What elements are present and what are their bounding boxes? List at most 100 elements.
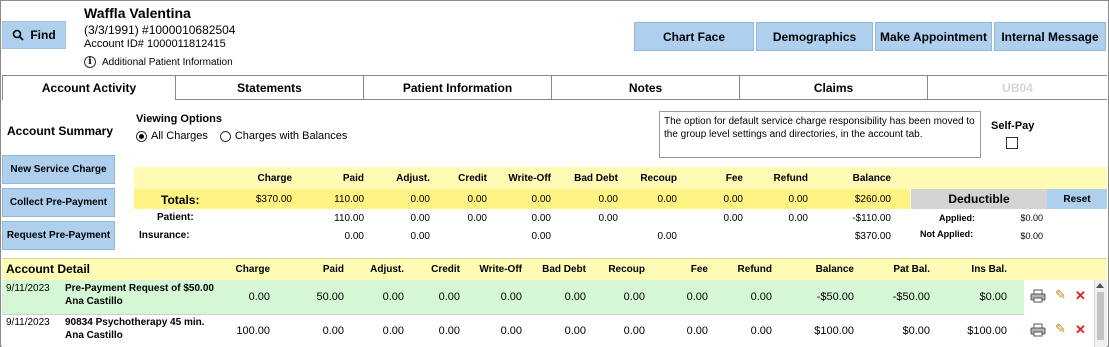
detail-col-header: Balance xyxy=(815,264,854,275)
summary-col-header: Fee xyxy=(725,173,743,184)
printer-icon[interactable] xyxy=(1030,289,1046,303)
row-date: 9/11/2023 xyxy=(6,317,50,328)
applied-label: Applied: xyxy=(939,213,975,223)
responsibility-notice: The option for default service charge re… xyxy=(659,111,981,158)
row-value: 0.00 xyxy=(686,325,708,337)
pencil-icon[interactable]: ✎ xyxy=(1055,287,1066,303)
totals-value: 110.00 xyxy=(334,194,364,205)
summary-col-header: Recoup xyxy=(640,173,677,184)
row-value: $100.00 xyxy=(967,325,1007,337)
row-value: $0.00 xyxy=(979,291,1007,303)
scrollbar-thumb[interactable] xyxy=(1097,292,1104,340)
summary-col-header: Charge xyxy=(257,173,292,184)
tab-ub04: UB04 xyxy=(928,76,1107,100)
row-value: 0.00 xyxy=(564,325,586,337)
account-summary-title: Account Summary xyxy=(7,124,114,138)
find-label: Find xyxy=(30,28,56,42)
summary-col-header: Credit xyxy=(458,173,487,184)
row-value: 0.00 xyxy=(500,291,522,303)
row-value: 0.00 xyxy=(623,325,645,337)
totals-value: 0.00 xyxy=(531,194,551,205)
insurance-label: Insurance: xyxy=(139,230,190,241)
totals-value: 0.00 xyxy=(410,194,430,205)
tab-claims[interactable]: Claims xyxy=(740,76,928,100)
row-value: 0.00 xyxy=(382,291,404,303)
detail-col-header: Fee xyxy=(690,264,708,275)
x-icon[interactable]: ✕ xyxy=(1075,322,1086,338)
radio-charges-with-balances[interactable] xyxy=(219,130,231,142)
tab-bar: Account Activity Statements Patient Info… xyxy=(2,75,1107,100)
row-value: 0.00 xyxy=(686,291,708,303)
summary-col-header: Write-Off xyxy=(508,173,551,184)
viewing-options: All Charges Charges with Balances xyxy=(136,130,347,142)
summary-col-header: Bad Debt xyxy=(574,173,618,184)
detail-col-header: Credit xyxy=(431,264,460,275)
row-value: 100.00 xyxy=(236,325,270,337)
patient-value: 0.00 xyxy=(531,213,551,224)
radio-all-charges[interactable] xyxy=(136,130,147,142)
tab-statements[interactable]: Statements xyxy=(176,76,364,100)
row-value: $100.00 xyxy=(814,325,854,337)
info-icon: i xyxy=(84,56,96,68)
totals-value: 0.00 xyxy=(723,194,743,205)
totals-value: 0.00 xyxy=(467,194,487,205)
radio-all-charges-label: All Charges xyxy=(151,130,208,142)
patient-value: 0.00 xyxy=(598,213,618,224)
row-value: 0.00 xyxy=(438,325,460,337)
internal-message-button[interactable]: Internal Message xyxy=(994,22,1106,51)
summary-col-header: Balance xyxy=(852,173,891,184)
patient-value: 0.00 xyxy=(723,213,743,224)
tab-account-activity[interactable]: Account Activity xyxy=(2,76,176,100)
find-button[interactable]: Find xyxy=(2,21,66,49)
row-value: 0.00 xyxy=(322,325,344,337)
reset-button[interactable]: Reset xyxy=(1047,189,1107,209)
tab-patient-information[interactable]: Patient Information xyxy=(364,76,552,100)
pencil-icon[interactable]: ✎ xyxy=(1055,321,1066,337)
additional-info-label: Additional Patient Information xyxy=(102,56,233,68)
totals-value: 0.00 xyxy=(657,194,677,205)
patient-value: 0.00 xyxy=(410,213,430,224)
detail-col-header: Adjust. xyxy=(370,264,404,275)
row-value: 0.00 xyxy=(750,291,772,303)
detail-col-header: Recoup xyxy=(608,264,645,275)
tab-notes[interactable]: Notes xyxy=(552,76,740,100)
not-applied-label: Not Applied: xyxy=(920,229,974,239)
row-value: -$50.00 xyxy=(816,291,854,303)
not-applied-value: $0.00 xyxy=(1020,231,1043,241)
row-value: 0.00 xyxy=(500,325,522,337)
patient-name: Waffla Valentina xyxy=(84,5,191,21)
x-icon[interactable]: ✕ xyxy=(1075,288,1086,304)
row-value: 50.00 xyxy=(316,291,344,303)
row-date: 9/11/2023 xyxy=(6,283,50,294)
self-pay-label: Self-Pay xyxy=(991,120,1035,132)
patient-value: -$110.00 xyxy=(852,213,891,224)
row-value: 0.00 xyxy=(623,291,645,303)
totals-value: 0.00 xyxy=(788,194,808,205)
detail-col-header: Bad Debt xyxy=(542,264,586,275)
request-pre-payment-button[interactable]: Request Pre-Payment xyxy=(2,221,115,250)
detail-col-header: Refund xyxy=(737,264,772,275)
account-id: Account ID# 1000011812415 xyxy=(84,38,226,50)
additional-info-link[interactable]: i Additional Patient Information xyxy=(84,56,233,68)
patient-value: 110.00 xyxy=(334,213,364,224)
make-appointment-button[interactable]: Make Appointment xyxy=(875,22,992,51)
row-description: 90834 Psychotherapy 45 min. xyxy=(65,317,205,328)
row-provider: Ana Castillo xyxy=(65,330,123,341)
summary-col-header: Refund xyxy=(773,173,808,184)
collect-pre-payment-button[interactable]: Collect Pre-Payment xyxy=(2,188,115,217)
demographics-button[interactable]: Demographics xyxy=(756,22,873,51)
viewing-options-title: Viewing Options xyxy=(136,113,222,125)
scroll-up-arrow-icon[interactable] xyxy=(1096,283,1104,288)
insurance-value: $370.00 xyxy=(854,231,891,242)
row-description: Pre-Payment Request of $50.00 xyxy=(65,283,214,294)
printer-icon[interactable] xyxy=(1030,323,1046,337)
detail-col-header: Write-Off xyxy=(479,264,522,275)
chart-face-button[interactable]: Chart Face xyxy=(634,22,754,51)
account-detail-title: Account Detail xyxy=(6,262,91,276)
magnifier-icon xyxy=(13,29,24,41)
detail-col-header: Pat Bal. xyxy=(893,264,930,275)
new-service-charge-button[interactable]: New Service Charge xyxy=(2,155,115,184)
row-value: $0.00 xyxy=(902,325,930,337)
detail-col-header: Ins Bal. xyxy=(971,264,1007,275)
self-pay-checkbox[interactable] xyxy=(1006,137,1018,149)
